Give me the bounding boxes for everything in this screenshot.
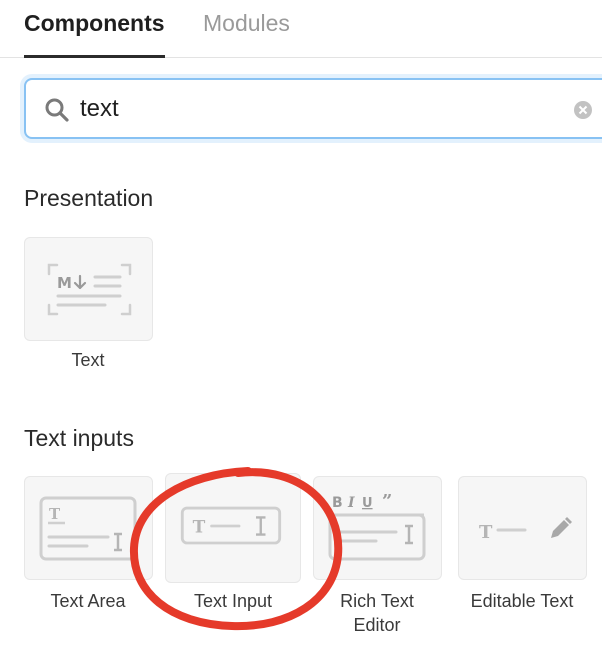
svg-text:I: I [347,495,355,511]
svg-text:T: T [193,518,206,538]
component-tile-rich-text-editor[interactable]: B I U ” [313,476,442,580]
component-label-rich-text-line2: Editor [353,615,401,635]
markdown-text-icon: M [47,263,132,316]
component-label-editable-text: Editable Text [470,591,574,611]
tab-bar: Components Modules [0,0,602,58]
rich-text-editor-icon: B I U ” [328,491,426,561]
component-tile-editable-text[interactable]: T [458,476,587,580]
tab-modules[interactable]: Modules [203,8,290,38]
svg-text:M: M [57,274,72,292]
section-title-text-inputs: Text inputs [24,425,134,451]
component-label-rich-text-editor: Rich Text Editor [297,589,457,637]
svg-text:U: U [362,496,373,511]
component-label-rich-text-line1: Rich Text [340,591,414,611]
search-icon [45,98,69,122]
component-label-text-input: Text Input [193,591,273,611]
component-tile-text-area[interactable]: T [24,476,153,580]
svg-text:T: T [479,522,493,543]
section-title-presentation: Presentation [24,185,154,211]
search-value: text [80,95,119,122]
svg-text:”: ” [382,491,392,512]
svg-text:B: B [332,495,343,511]
text-area-icon: T [39,496,137,561]
text-input-icon: T [180,506,282,545]
component-label-text: Text [71,350,105,370]
search-input[interactable]: text [24,78,602,139]
component-label-text-area: Text Area [50,591,126,611]
editable-text-icon: T [479,517,572,543]
tab-components[interactable]: Components [24,8,165,58]
component-panel: Components Modules text Presentation M T… [0,0,602,656]
component-tile-text[interactable]: M [24,237,153,341]
component-tile-text-input[interactable]: T [165,473,301,583]
svg-text:T: T [49,505,61,523]
clear-icon[interactable] [573,100,593,120]
